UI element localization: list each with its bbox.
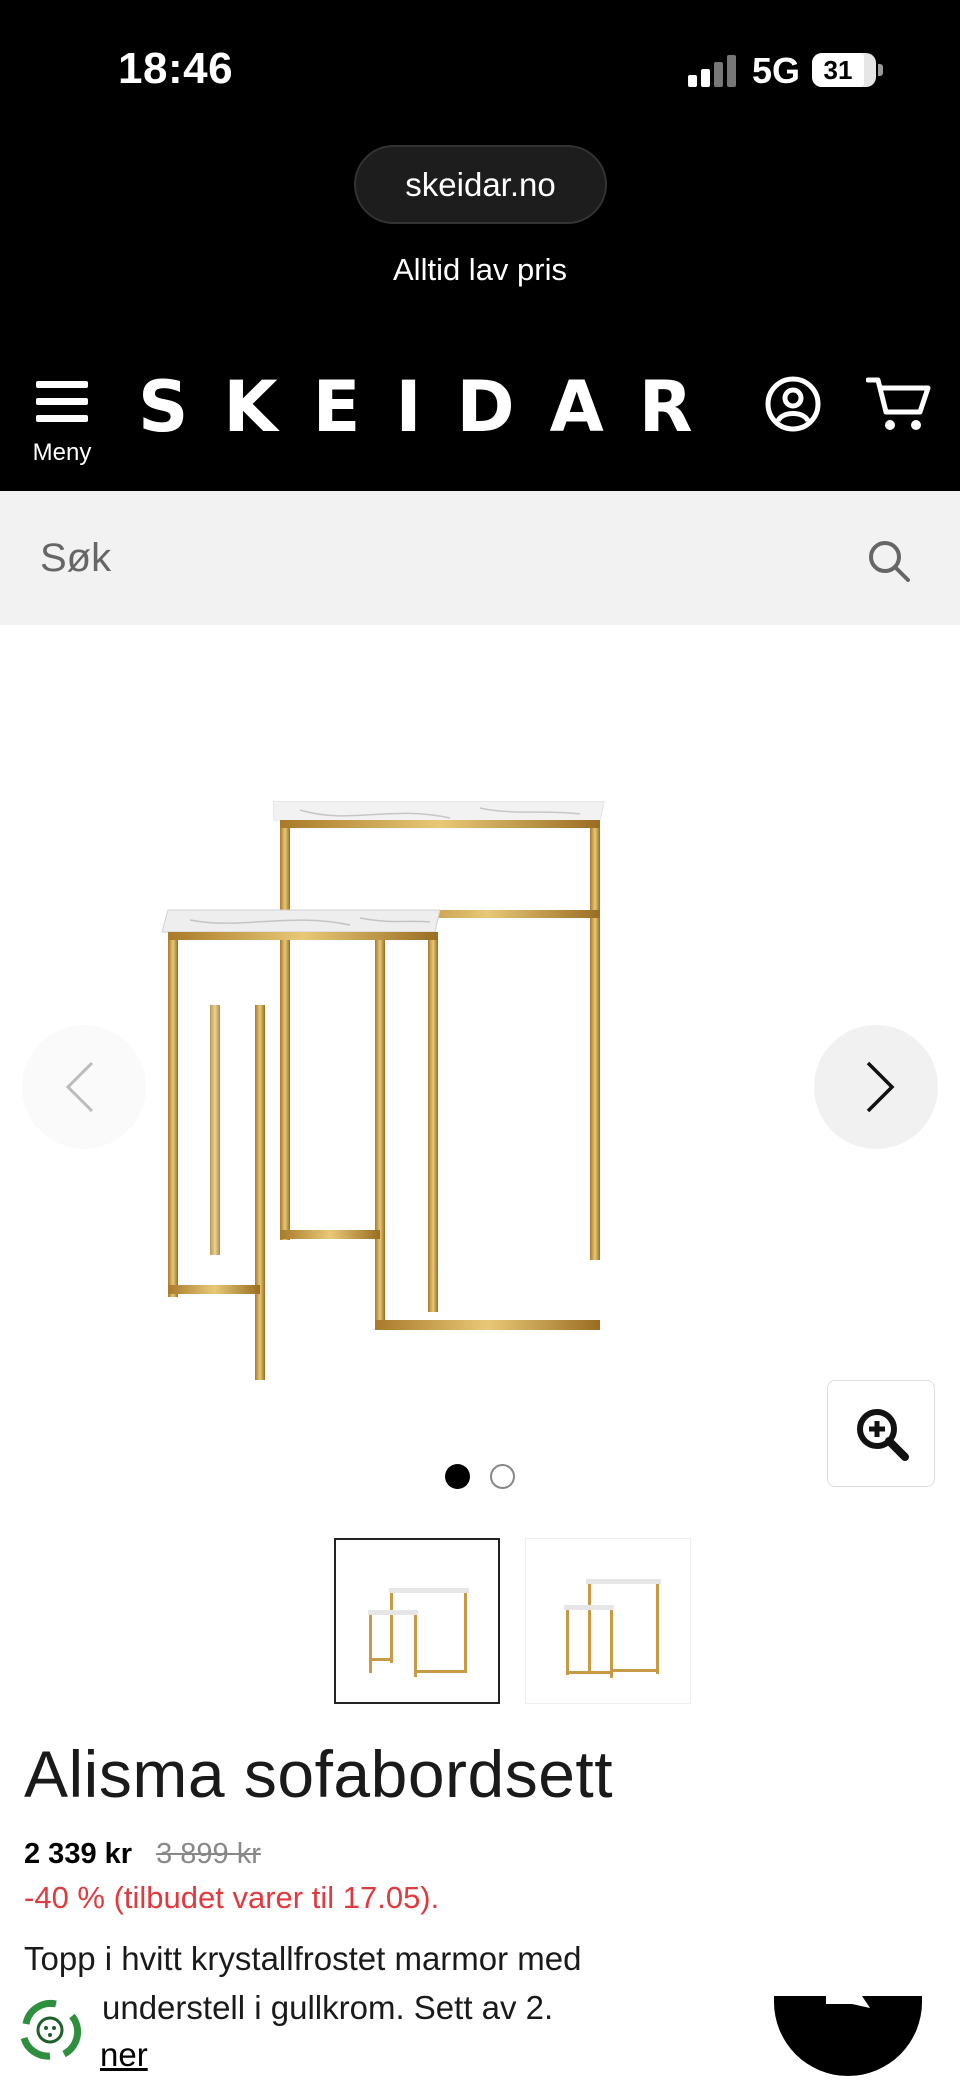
description-line-1: Topp i hvitt krystallfrostet marmor med bbox=[24, 1940, 582, 1977]
chevron-left-icon bbox=[65, 1061, 94, 1113]
battery-level: 31 bbox=[812, 53, 864, 87]
product-title: Alisma sofabordsett bbox=[24, 1737, 614, 1811]
thumbnail-2[interactable] bbox=[525, 1538, 691, 1704]
original-price: 3 899 kr bbox=[156, 1838, 261, 1870]
gallery-next-button[interactable] bbox=[814, 1025, 938, 1149]
chat-button[interactable] bbox=[774, 1996, 922, 2076]
battery-icon: 31 bbox=[812, 53, 883, 87]
search-input[interactable] bbox=[40, 523, 820, 593]
account-icon[interactable] bbox=[764, 375, 822, 433]
url-bar[interactable]: skeidar.no bbox=[354, 145, 607, 224]
cellular-signal-icon bbox=[688, 55, 740, 87]
zoom-in-icon bbox=[857, 1409, 909, 1461]
top-header-region: 18:46 5G 31 skeidar.no Alltid lav pris M… bbox=[0, 0, 960, 491]
thumbnail-1[interactable] bbox=[334, 1538, 500, 1704]
site-tagline: Alltid lav pris bbox=[393, 252, 567, 287]
status-time: 18:46 bbox=[118, 44, 234, 93]
search-bar bbox=[0, 491, 960, 625]
product-image[interactable] bbox=[150, 780, 810, 1380]
current-price: 2 339 kr bbox=[24, 1838, 133, 1870]
menu-button[interactable]: Meny bbox=[26, 375, 98, 466]
product-description: Topp i hvitt krystallfrostet marmor med … bbox=[24, 1934, 724, 2032]
zoom-button[interactable] bbox=[827, 1380, 935, 1487]
description-line-2: understell i gullkrom. Sett av 2. bbox=[102, 1989, 554, 2026]
thumbnail-image bbox=[368, 1588, 469, 1677]
gallery-dot-2[interactable] bbox=[490, 1464, 515, 1489]
discount-text: -40 % (tilbudet varer til 17.05). bbox=[24, 1880, 440, 1915]
site-logo[interactable]: SKEIDAR bbox=[138, 366, 728, 448]
network-type: 5G bbox=[752, 50, 801, 91]
cart-icon[interactable] bbox=[866, 374, 932, 434]
gallery-dot-1[interactable] bbox=[445, 1464, 470, 1489]
thumbnail-image bbox=[564, 1579, 661, 1678]
product-gallery bbox=[0, 625, 960, 1505]
chat-icon bbox=[826, 1996, 870, 2008]
eco-badge-icon[interactable] bbox=[14, 1994, 86, 2066]
read-more-link[interactable]: ner bbox=[100, 2036, 148, 2074]
chevron-right-icon bbox=[866, 1061, 895, 1113]
search-icon[interactable] bbox=[866, 538, 912, 584]
menu-label: Meny bbox=[32, 439, 92, 466]
price-row: 2 339 kr 3 899 kr bbox=[24, 1838, 261, 1871]
gallery-prev-button[interactable] bbox=[22, 1025, 146, 1149]
